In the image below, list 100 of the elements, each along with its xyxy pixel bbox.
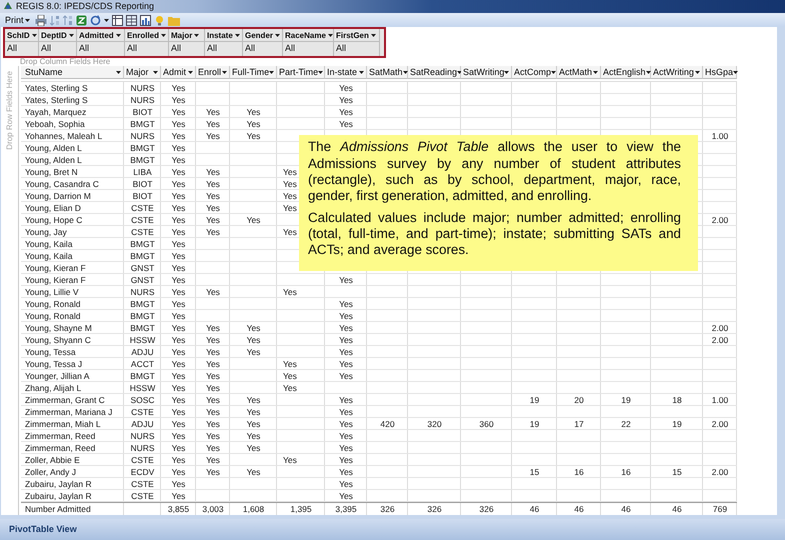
column-header[interactable]: StuName — [21, 66, 124, 80]
table-cell: Yes — [206, 131, 220, 142]
filter-value[interactable]: All — [77, 42, 125, 56]
table-cell: SOSC — [130, 395, 155, 406]
table-cell: Yates, Sterling S — [25, 83, 88, 94]
filter-field[interactable]: FirstGen — [334, 29, 380, 42]
table-cell: BMGT — [130, 299, 155, 310]
total-cell: 3,003 — [202, 504, 224, 514]
table-cell: Yes — [283, 371, 297, 382]
table-cell: Yes — [172, 119, 186, 130]
filter-value[interactable]: All — [243, 42, 283, 56]
table-cell: Yes — [339, 95, 353, 106]
table-cell: Yes — [339, 443, 353, 454]
column-header[interactable]: ActWriting — [651, 66, 703, 80]
table-cell: Yes — [172, 107, 186, 118]
filter-value[interactable]: All — [39, 42, 77, 56]
table-cell: Zimmerman, Reed — [25, 431, 96, 442]
table-cell: 19 — [530, 395, 540, 406]
table-cell: Young, Tessa J — [25, 359, 82, 370]
table-cell: Yes — [339, 119, 353, 130]
column-header[interactable]: ActMath — [557, 66, 601, 80]
table-cell: Yes — [206, 107, 220, 118]
table-cell: Yes — [283, 287, 297, 298]
drop-zone-hint: Drop Row Fields Here — [4, 71, 14, 150]
column-header[interactable]: HsGpa — [703, 66, 737, 80]
table-cell: NURS — [130, 443, 155, 454]
column-header[interactable]: In-state — [325, 66, 367, 80]
table-cell: Yes — [172, 371, 186, 382]
filter-field[interactable]: Admitted — [77, 29, 125, 42]
table-cell: 18 — [672, 395, 682, 406]
table-cell: Yayah, Marquez — [25, 107, 86, 118]
table-cell: Yes — [206, 323, 220, 334]
table-cell: BIOT — [132, 191, 152, 202]
table-cell: Young, Kieran F — [25, 263, 86, 274]
filter-value[interactable]: All — [205, 42, 243, 56]
table-cell: Yes — [172, 179, 186, 190]
filter-field[interactable]: DeptID — [39, 29, 77, 42]
table-cell: 19 — [672, 419, 682, 430]
filter-field[interactable]: SchID — [5, 29, 39, 42]
table-cell: Young, Kaila — [25, 251, 72, 262]
table-cell: 2.00 — [712, 467, 728, 478]
table-cell: BMGT — [130, 239, 155, 250]
filter-field[interactable]: Gender — [243, 29, 283, 42]
table-cell: Yes — [206, 335, 220, 346]
table-cell: Young, Casandra C — [25, 179, 99, 190]
column-header[interactable]: ActComp — [512, 66, 557, 80]
column-header[interactable]: Part-Time — [277, 66, 325, 80]
table-cell: Yes — [339, 335, 353, 346]
column-header[interactable]: SatWriting — [461, 66, 512, 80]
table-cell: Young, Jay — [25, 227, 67, 238]
total-cell: 326 — [380, 504, 395, 514]
table-cell: Yes — [172, 335, 186, 346]
table-cell: Young, Darrion M — [25, 191, 91, 202]
filter-field[interactable]: RaceName — [283, 29, 334, 42]
table-cell: Yes — [283, 167, 297, 178]
table-cell: 2.00 — [712, 215, 728, 226]
table-cell: Young, Alden L — [25, 143, 82, 154]
table-cell: Young, Kaila — [25, 239, 72, 250]
table-cell: Yes — [246, 347, 260, 358]
table-cell: Yes — [172, 467, 186, 478]
print-button[interactable]: Print — [3, 14, 32, 26]
filter-value[interactable]: All — [334, 42, 380, 56]
table-cell: 19 — [530, 419, 540, 430]
table-cell: 1.00 — [712, 131, 728, 142]
column-header[interactable]: ActEnglish — [601, 66, 651, 80]
table-cell: Yates, Sterling S — [25, 95, 88, 106]
table-cell: Yes — [339, 395, 353, 406]
filter-value[interactable]: All — [169, 42, 205, 56]
table-cell: Zimmerman, Mariana J — [25, 407, 112, 418]
filter-value[interactable]: All — [5, 42, 39, 56]
table-cell: ADJU — [131, 347, 154, 358]
table-cell: Yes — [172, 215, 186, 226]
table-cell: Yes — [172, 311, 186, 322]
filter-field[interactable]: Instate — [205, 29, 243, 42]
column-header[interactable]: Full-Time — [230, 66, 277, 80]
column-header[interactable]: Admit — [161, 66, 196, 80]
table-cell: Yes — [206, 443, 220, 454]
table-cell: BMGT — [130, 251, 155, 262]
table-cell: Yes — [206, 419, 220, 430]
table-cell: Yes — [339, 479, 353, 490]
table-cell: Yes — [283, 191, 297, 202]
table-cell: Yes — [172, 95, 186, 106]
column-header[interactable]: Major — [124, 66, 161, 80]
column-header[interactable]: SatMath — [367, 66, 408, 80]
table-cell: 17 — [574, 419, 584, 430]
column-header[interactable]: Enroll — [196, 66, 230, 80]
filter-value[interactable]: All — [283, 42, 334, 56]
table-cell: Yes — [339, 275, 353, 286]
table-cell: Yes — [172, 227, 186, 238]
table-cell: Yes — [206, 383, 220, 394]
table-cell: Yes — [206, 395, 220, 406]
table-cell: Yes — [283, 179, 297, 190]
column-header[interactable]: SatReading — [408, 66, 461, 80]
table-cell: 2.00 — [712, 419, 728, 430]
table-cell: Young, Shayne M — [25, 323, 92, 334]
table-cell: Yes — [246, 419, 260, 430]
filter-field[interactable]: Enrolled — [125, 29, 169, 42]
filter-field[interactable]: Major — [169, 29, 205, 42]
filter-value[interactable]: All — [125, 42, 169, 56]
table-cell: Yes — [339, 107, 353, 118]
